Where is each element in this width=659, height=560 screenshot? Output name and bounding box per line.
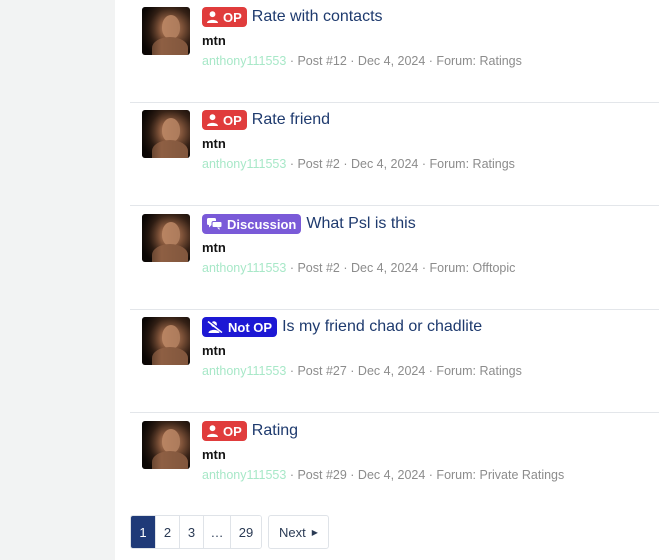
- result-title-row: OP Rate friend: [202, 109, 330, 131]
- badge-label: Not OP: [228, 319, 273, 335]
- result-meta: anthony111553 · Post #29 · Dec 4, 2024 ·…: [202, 468, 564, 482]
- result-title-link[interactable]: Rate with contacts: [252, 8, 383, 26]
- result-title-row: OP Rating: [202, 420, 298, 442]
- discussion-badge[interactable]: Discussion: [202, 214, 302, 234]
- result-title-link[interactable]: Rate friend: [252, 111, 330, 129]
- result-title-row: Discussion What Psl is this: [202, 213, 416, 235]
- result-meta: anthony111553 · Post #27 · Dec 4, 2024 ·…: [202, 364, 522, 378]
- result-title-link[interactable]: Is my friend chad or chadlite: [282, 318, 482, 336]
- search-result: Discussion What Psl is this mtn anthony1…: [130, 207, 659, 310]
- result-snippet: mtn: [202, 33, 226, 48]
- pagination: 1 2 3 … 29 Next ▶: [130, 515, 329, 549]
- avatar[interactable]: [142, 317, 190, 365]
- result-title-row: Not OP Is my friend chad or chadlite: [202, 316, 482, 338]
- next-label: Next: [279, 524, 306, 540]
- meta-details: · Post #12 · Dec 4, 2024 · Forum: Rating…: [289, 54, 522, 68]
- result-title-link[interactable]: Rating: [252, 422, 298, 440]
- meta-details: · Post #2 · Dec 4, 2024 · Forum: Offtopi…: [289, 261, 516, 275]
- result-meta: anthony111553 · Post #12 · Dec 4, 2024 ·…: [202, 54, 522, 68]
- username-link[interactable]: anthony111553: [202, 54, 286, 68]
- next-page-button[interactable]: Next ▶: [268, 515, 329, 549]
- result-snippet: mtn: [202, 343, 226, 358]
- badge-label: OP: [223, 423, 242, 439]
- avatar[interactable]: [142, 214, 190, 262]
- op-badge[interactable]: OP: [202, 110, 247, 130]
- op-badge[interactable]: OP: [202, 421, 247, 441]
- username-link[interactable]: anthony111553: [202, 364, 286, 378]
- caret-right-icon: ▶: [311, 527, 318, 537]
- result-snippet: mtn: [202, 240, 226, 255]
- op-badge[interactable]: OP: [202, 7, 247, 27]
- user-icon: [207, 114, 218, 126]
- chat-bubbles-icon: [207, 218, 222, 230]
- page-list: 1 2 3 … 29: [130, 515, 262, 549]
- page-29-button[interactable]: 29: [231, 516, 261, 548]
- page-1-button[interactable]: 1: [131, 516, 156, 548]
- username-link[interactable]: anthony111553: [202, 261, 286, 275]
- result-title-row: OP Rate with contacts: [202, 6, 383, 28]
- avatar[interactable]: [142, 421, 190, 469]
- result-title-link[interactable]: What Psl is this: [306, 215, 415, 233]
- page-jump-ellipsis[interactable]: …: [204, 516, 231, 548]
- result-meta: anthony111553 · Post #2 · Dec 4, 2024 · …: [202, 157, 515, 171]
- result-meta: anthony111553 · Post #2 · Dec 4, 2024 · …: [202, 261, 515, 275]
- result-snippet: mtn: [202, 136, 226, 151]
- meta-details: · Post #29 · Dec 4, 2024 · Forum: Privat…: [289, 468, 565, 482]
- user-icon: [207, 11, 218, 23]
- page-3-button[interactable]: 3: [180, 516, 204, 548]
- search-result: Not OP Is my friend chad or chadlite mtn…: [130, 310, 659, 413]
- meta-details: · Post #27 · Dec 4, 2024 · Forum: Rating…: [289, 364, 522, 378]
- not-op-badge[interactable]: Not OP: [202, 317, 278, 337]
- user-icon: [207, 425, 218, 437]
- badge-label: Discussion: [227, 216, 297, 232]
- avatar[interactable]: [142, 7, 190, 55]
- username-link[interactable]: anthony111553: [202, 468, 286, 482]
- meta-details: · Post #2 · Dec 4, 2024 · Forum: Ratings: [289, 157, 515, 171]
- search-result: OP Rate friend mtn anthony111553 · Post …: [130, 103, 659, 206]
- avatar[interactable]: [142, 110, 190, 158]
- search-result: OP Rate with contacts mtn anthony111553 …: [130, 0, 659, 103]
- username-link[interactable]: anthony111553: [202, 157, 286, 171]
- page-2-button[interactable]: 2: [156, 516, 180, 548]
- badge-label: OP: [223, 112, 242, 128]
- user-slash-icon: [207, 321, 223, 333]
- search-result: OP Rating mtn anthony111553 · Post #29 ·…: [130, 414, 659, 517]
- result-snippet: mtn: [202, 447, 226, 462]
- badge-label: OP: [223, 9, 242, 25]
- search-results-panel: OP Rate with contacts mtn anthony111553 …: [115, 0, 659, 560]
